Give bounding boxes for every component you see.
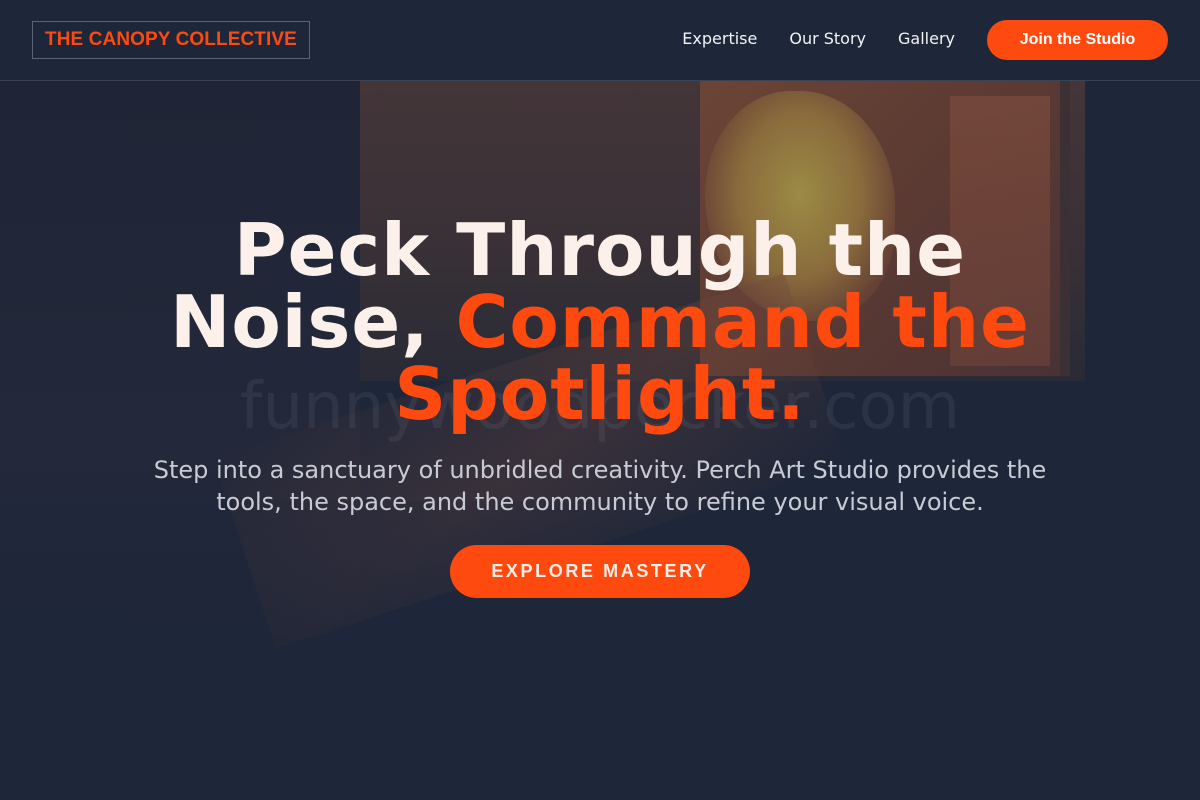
nav-links: Expertise Our Story Gallery <box>682 29 955 49</box>
join-studio-button[interactable]: Join the Studio <box>987 20 1168 60</box>
page: funnywoodpecker.com THE CANOPY COLLECTIV… <box>0 0 1200 800</box>
hero-title-accent: Command the Spotlight. <box>394 280 1030 436</box>
nav-link-expertise[interactable]: Expertise <box>682 29 757 49</box>
hero-title: Peck Through the Noise, Command the Spot… <box>100 214 1100 430</box>
nav-link-our-story[interactable]: Our Story <box>789 29 866 49</box>
explore-mastery-button[interactable]: EXPLORE MASTERY <box>450 545 750 598</box>
site-logo[interactable]: THE CANOPY COLLECTIVE <box>32 21 310 59</box>
nav-link-gallery[interactable]: Gallery <box>898 29 955 49</box>
hero-subtitle: Step into a sanctuary of unbridled creat… <box>153 456 1047 516</box>
navbar: THE CANOPY COLLECTIVE Expertise Our Stor… <box>0 0 1200 81</box>
